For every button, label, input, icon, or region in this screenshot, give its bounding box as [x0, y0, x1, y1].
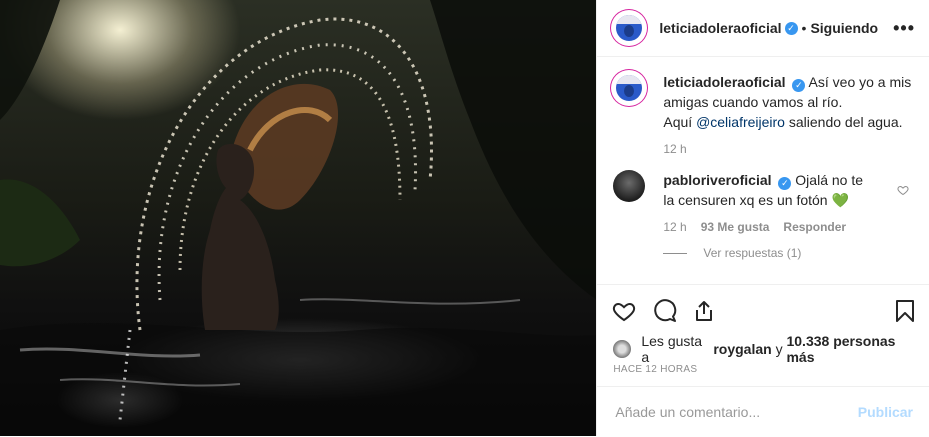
- comment-input[interactable]: [613, 403, 858, 421]
- bookmark-icon[interactable]: [895, 299, 915, 323]
- verified-icon: ✓: [778, 177, 792, 190]
- comment-time[interactable]: 12 h: [663, 220, 686, 234]
- publish-button[interactable]: Publicar: [858, 404, 913, 420]
- post-photo[interactable]: [0, 0, 597, 436]
- share-icon[interactable]: [692, 299, 716, 323]
- likes-middle: y: [775, 341, 783, 357]
- replies-line: [663, 252, 688, 254]
- author-username[interactable]: leticiadoleraoficial: [659, 20, 781, 36]
- following-button[interactable]: Siguiendo: [810, 20, 878, 36]
- comments-section: leticiadoleraoficial ✓ Así veo yo a mis …: [613, 72, 913, 260]
- comment-username[interactable]: pabloriveroficial: [663, 172, 771, 188]
- instagram-post: leticiadoleraoficial ✓ • Siguiendo ••• l…: [0, 0, 929, 436]
- verified-icon: ✓: [792, 79, 806, 92]
- caption-line-2: Aquí: [663, 114, 693, 130]
- likes-prefix: Les gusta a: [641, 333, 703, 365]
- mention-link[interactable]: @celiafreijeiro: [696, 114, 785, 130]
- comment-item: pabloriveroficial ✓ Ojalá no te la censu…: [613, 170, 913, 210]
- photo-illustration: [0, 0, 597, 436]
- more-icon[interactable]: •••: [893, 18, 915, 39]
- heart-icon[interactable]: [611, 299, 637, 323]
- caption: leticiadoleraoficial ✓ Así veo yo a mis …: [613, 72, 913, 132]
- add-comment-bar: Publicar: [597, 386, 929, 437]
- action-bar: [597, 284, 929, 337]
- caption-meta: 12 h: [663, 142, 913, 156]
- caption-avatar[interactable]: [613, 72, 646, 104]
- comment-likes[interactable]: 93 Me gusta: [701, 220, 770, 234]
- liker-avatar[interactable]: [613, 340, 632, 358]
- likes-count[interactable]: 10.338 personas más: [786, 333, 919, 365]
- verified-icon: ✓: [784, 21, 798, 35]
- caption-text: leticiadoleraoficial ✓ Así veo yo a mis …: [663, 72, 913, 132]
- like-comment-heart-icon[interactable]: [897, 184, 909, 196]
- separator-dot: •: [801, 20, 807, 36]
- likes-user[interactable]: roygalan: [713, 341, 771, 357]
- post-sidebar: leticiadoleraoficial ✓ • Siguiendo ••• l…: [596, 0, 929, 436]
- commenter-avatar[interactable]: [613, 170, 646, 202]
- post-timestamp[interactable]: HACE 12 HORAS: [613, 364, 697, 375]
- reply-button[interactable]: Responder: [783, 220, 846, 234]
- likes-summary: Les gusta a roygalan y 10.338 personas m…: [613, 333, 919, 365]
- view-replies[interactable]: Ver respuestas (1): [663, 246, 913, 260]
- comment-text: pabloriveroficial ✓ Ojalá no te la censu…: [663, 170, 873, 210]
- green-heart-emoji: 💚: [831, 192, 849, 208]
- view-replies-label[interactable]: Ver respuestas (1): [703, 246, 801, 260]
- post-header: leticiadoleraoficial ✓ • Siguiendo •••: [597, 0, 929, 57]
- caption-username[interactable]: leticiadoleraoficial: [663, 74, 785, 90]
- comment-icon[interactable]: [652, 299, 678, 323]
- author-avatar[interactable]: [613, 12, 646, 44]
- caption-time[interactable]: 12 h: [663, 142, 686, 156]
- comment-meta: 12 h 93 Me gusta Responder: [663, 220, 913, 234]
- caption-line-3: saliendo del agua.: [788, 114, 903, 130]
